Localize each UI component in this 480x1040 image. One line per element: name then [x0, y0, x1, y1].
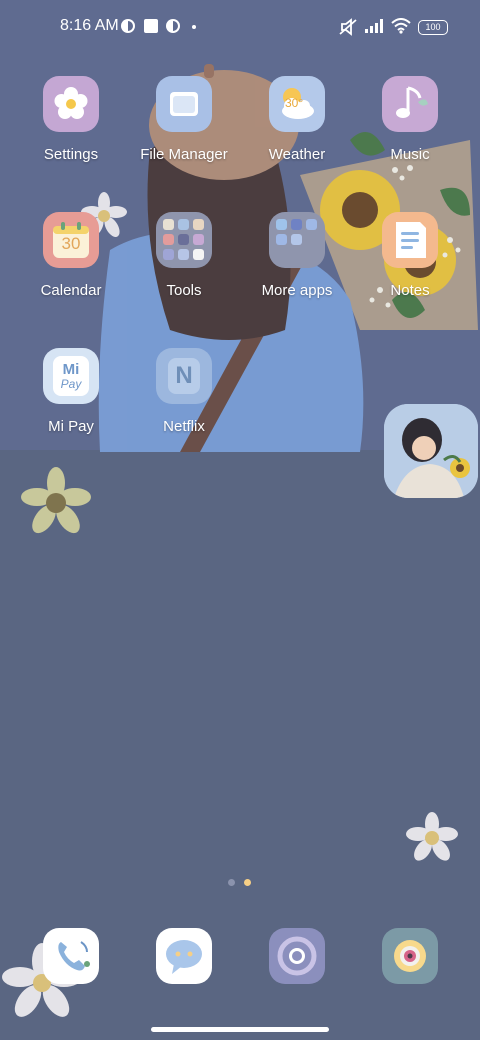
weather-icon[interactable]: 30°	[269, 76, 325, 132]
battery-icon: 100	[418, 20, 448, 35]
wifi-icon	[391, 18, 411, 34]
app-label: File Manager	[140, 146, 228, 163]
silent-mode-icon	[339, 18, 357, 36]
app-label: Tools	[166, 282, 202, 299]
photo-widget-image	[384, 404, 478, 498]
notes-icon[interactable]	[382, 212, 438, 268]
app-label: Netflix	[163, 418, 205, 435]
mi-pay-mark-top: Mi	[62, 361, 80, 378]
camera-icon	[394, 940, 426, 972]
dock-chrome[interactable]	[269, 928, 325, 984]
dot-icon	[192, 25, 196, 29]
weather-temp: 30°	[285, 96, 304, 110]
mi-pay-icon[interactable]: Mi Pay	[43, 348, 99, 404]
calendar-icon[interactable]: 30	[43, 212, 99, 268]
folder-icon[interactable]	[269, 212, 325, 268]
folder-icon[interactable]	[156, 76, 212, 132]
dock-phone[interactable]	[43, 928, 99, 984]
square-notification-icon	[144, 19, 158, 33]
home-indicator[interactable]	[151, 1027, 329, 1032]
notification-icon	[166, 19, 180, 33]
dock-camera[interactable]	[382, 928, 438, 984]
app-label: Mi Pay	[48, 418, 94, 435]
app-label: More apps	[261, 282, 333, 299]
netflix-icon[interactable]: N	[156, 348, 212, 404]
chrome-icon	[277, 936, 317, 976]
status-bar: 8:16 AM 100	[0, 0, 480, 56]
messages-icon	[166, 940, 202, 974]
netflix-mark: N	[175, 362, 193, 389]
page-dot	[228, 879, 235, 886]
settings-icon[interactable]	[43, 76, 99, 132]
status-time: 8:16 AM	[60, 17, 119, 34]
folder-icon[interactable]	[156, 212, 212, 268]
calendar-date: 30	[61, 234, 81, 253]
app-label: Settings	[43, 146, 99, 163]
mi-pay-mark-bottom: Pay	[60, 377, 82, 391]
photo-widget[interactable]	[384, 404, 478, 498]
app-label: Weather	[268, 146, 326, 163]
page-indicator	[228, 879, 256, 887]
app-label: Music	[390, 146, 430, 163]
signal-icon	[365, 19, 383, 33]
music-icon[interactable]	[382, 76, 438, 132]
app-label: Calendar	[40, 282, 102, 299]
app-label: Notes	[390, 282, 430, 299]
phone-icon	[58, 941, 90, 971]
page-dot-active	[244, 879, 251, 886]
notification-icon	[121, 19, 135, 33]
dock-messages[interactable]	[156, 928, 212, 984]
